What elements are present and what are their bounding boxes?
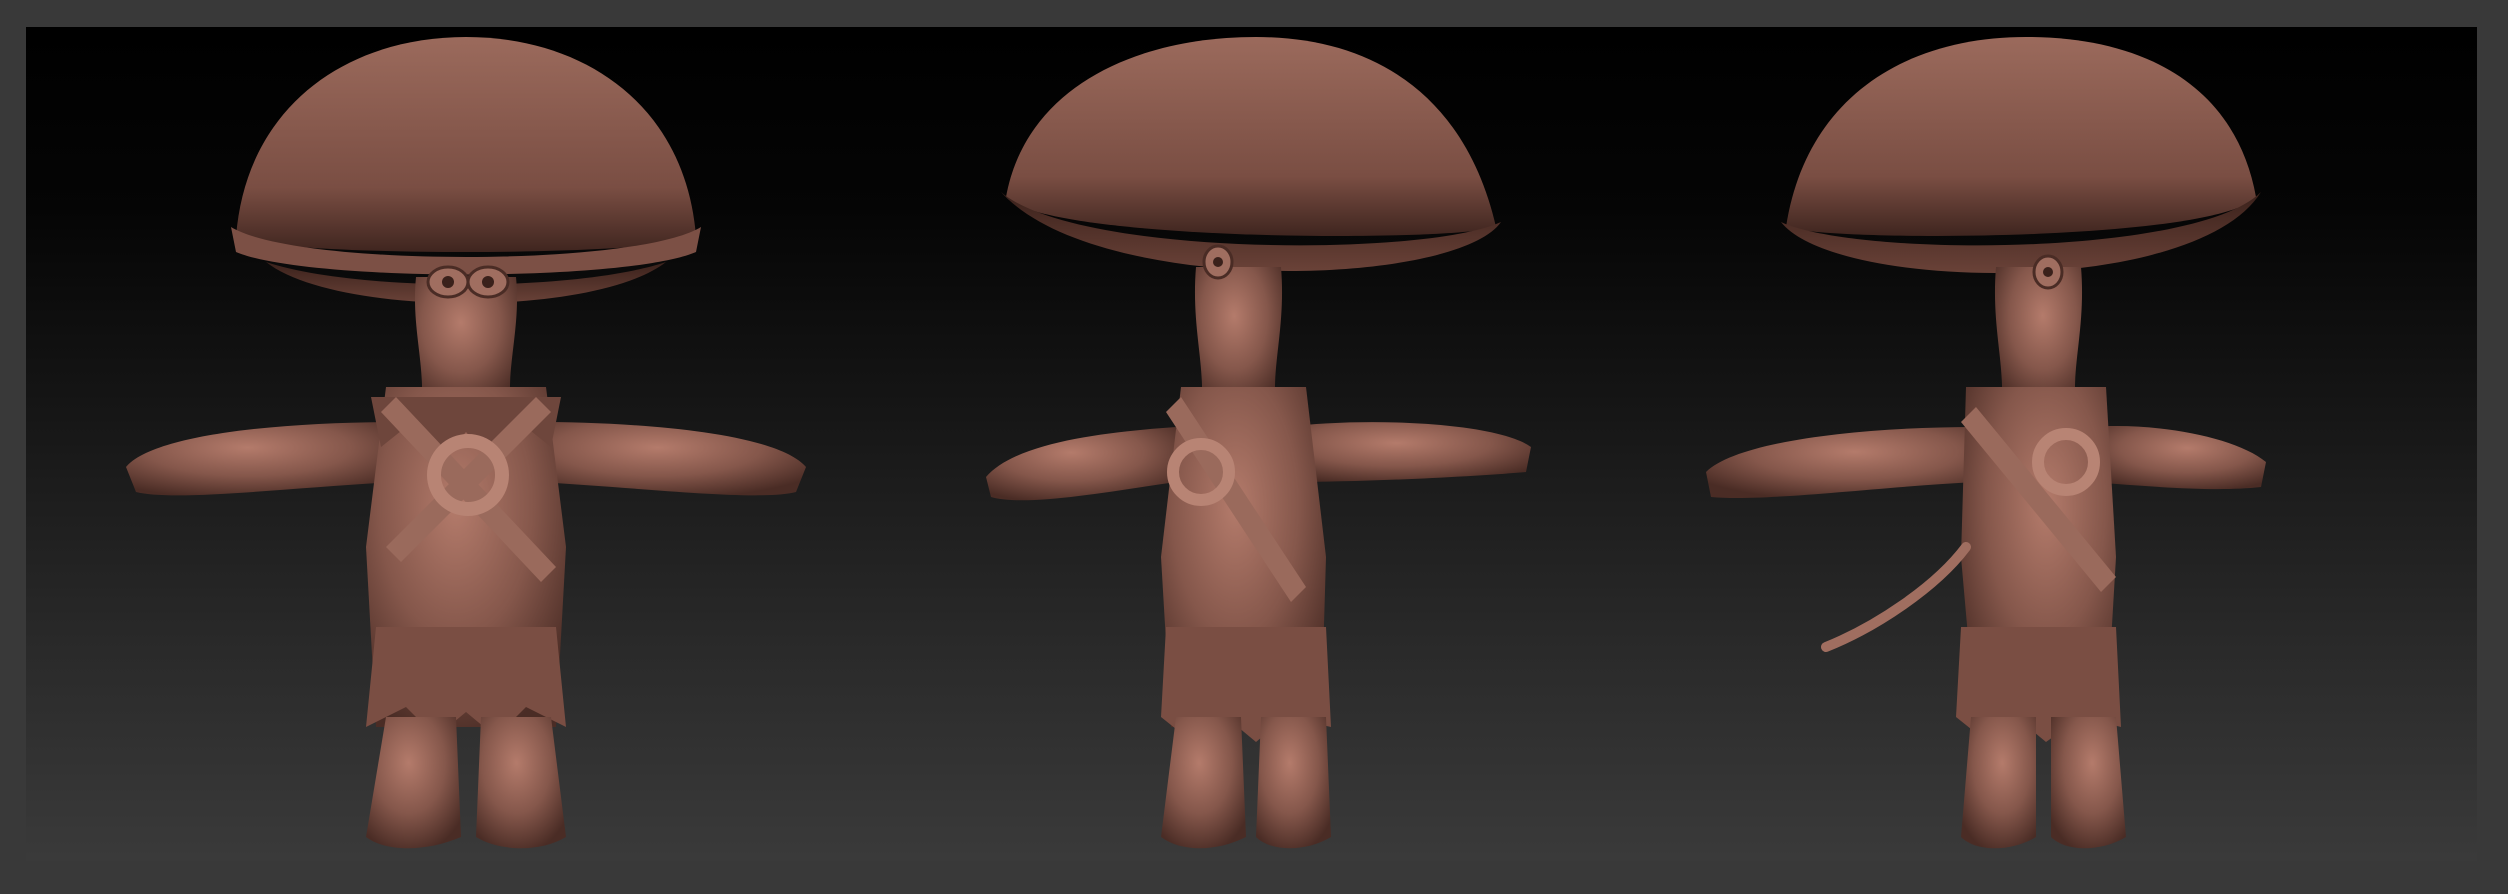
mushroom-figure-front: [96, 27, 836, 861]
left-leg: [1961, 717, 2036, 849]
mushroom-figure-three-quarter-right: [1676, 27, 2296, 861]
left-leg: [366, 717, 461, 849]
render-viewport: [26, 27, 2477, 861]
left-arm: [1706, 427, 1976, 499]
right-arm: [1286, 422, 1531, 482]
right-arm: [536, 422, 806, 496]
mushroom-cap: [1786, 37, 2256, 236]
left-arm: [126, 422, 396, 496]
viewport-frame: [0, 0, 2508, 894]
mushroom-figure-three-quarter-left: [986, 27, 1586, 861]
left-leg: [1161, 717, 1246, 849]
mushroom-cap: [236, 37, 696, 252]
right-arm: [2091, 426, 2266, 490]
mushroom-cap: [1006, 37, 1496, 236]
right-leg: [1256, 717, 1331, 849]
left-arm: [986, 427, 1176, 501]
mushroom-stalk: [1994, 267, 2083, 407]
right-leg: [2051, 717, 2126, 849]
mushroom-stalk: [1194, 267, 1283, 407]
right-leg: [476, 717, 566, 849]
